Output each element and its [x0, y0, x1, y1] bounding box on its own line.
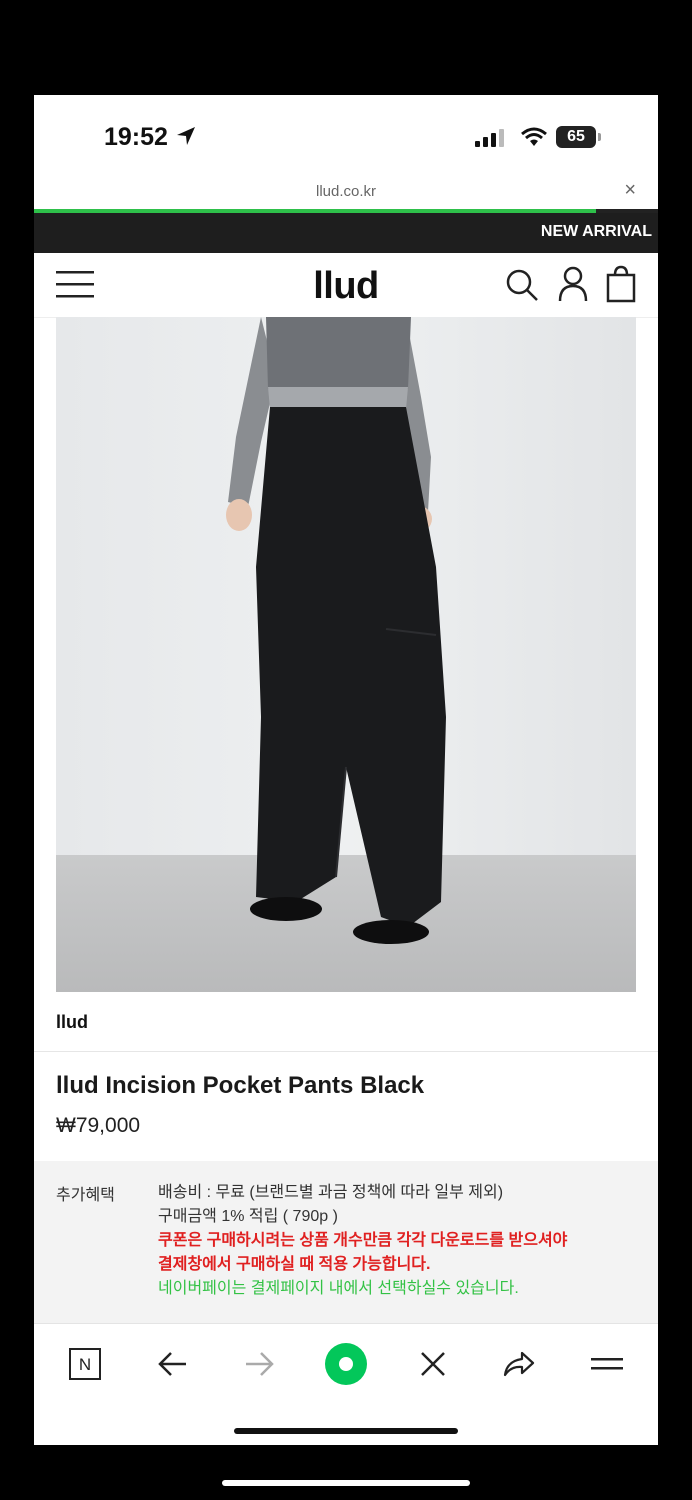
search-icon[interactable] [504, 267, 540, 303]
location-arrow-icon [177, 127, 195, 145]
account-icon[interactable] [558, 265, 588, 303]
url-text[interactable]: llud.co.kr [34, 183, 658, 200]
forward-arrow-icon [246, 1352, 274, 1376]
site-header: llud [34, 253, 658, 318]
outer-home-indicator [222, 1480, 470, 1486]
close-icon[interactable]: × [624, 179, 636, 202]
shopping-bag-icon[interactable] [606, 265, 636, 303]
naverpay-notice: 네이버페이는 결제페이지 내에서 선택하실수 있습니다. [158, 1280, 519, 1297]
benefits-list: 배송비 : 무료 (브랜드별 과금 정책에 따라 일부 제외) 구매금액 1% … [158, 1181, 567, 1301]
divider [34, 1051, 658, 1052]
battery-level: 65 [556, 126, 596, 148]
back-arrow-icon [158, 1352, 186, 1376]
product-name: llud Incision Pocket Pants Black [56, 1072, 425, 1099]
more-menu-button[interactable] [587, 1344, 627, 1384]
address-bar[interactable]: llud.co.kr × [34, 175, 658, 211]
home-indicator [234, 1428, 458, 1434]
product-brand[interactable]: llud [56, 1012, 88, 1033]
menu-lines-icon [591, 1358, 623, 1370]
banner-label[interactable]: NEW ARRIVAL [541, 223, 652, 241]
product-price: ₩79,000 [56, 1114, 141, 1137]
x-close-icon [421, 1352, 445, 1376]
naver-home-button[interactable]: N [65, 1344, 105, 1384]
benefits-label: 추가혜택 [56, 1187, 115, 1204]
shipping-info: 배송비 : 무료 (브랜드별 과금 정책에 따라 일부 제외) [158, 1184, 504, 1201]
benefits-panel: 추가혜택 배송비 : 무료 (브랜드별 과금 정책에 따라 일부 제외) 구매금… [34, 1161, 658, 1323]
naver-n-icon: N [69, 1348, 101, 1380]
promo-banner[interactable]: NEW ARRIVAL [34, 213, 658, 253]
coupon-notice-line1: 쿠폰은 구매하시려는 상품 개수만큼 각각 다운로드를 받으셔야 [158, 1232, 568, 1249]
status-time: 19:52 [104, 123, 168, 151]
back-button[interactable] [153, 1344, 193, 1384]
naver-label: N [79, 1355, 91, 1374]
share-button[interactable] [499, 1344, 539, 1384]
points-info: 구매금액 1% 적립 ( 790p ) [158, 1208, 338, 1225]
close-tab-button[interactable] [413, 1344, 453, 1384]
wifi-icon [521, 127, 547, 146]
cellular-signal-icon [475, 129, 504, 147]
green-dot-button[interactable] [324, 1342, 368, 1386]
coupon-notice-line2: 결제창에서 구매하실 때 적용 가능합니다. [158, 1256, 431, 1273]
phone-screen: 19:52 65 llud.co.kr × NEW ARRIVAL llud l… [34, 95, 658, 1445]
green-dot-icon [325, 1343, 367, 1385]
share-arrow-icon [503, 1351, 535, 1377]
battery-icon [598, 133, 601, 141]
product-photo[interactable] [56, 317, 636, 992]
forward-button[interactable] [239, 1344, 279, 1384]
browser-toolbar: N [34, 1323, 658, 1445]
status-bar: 19:52 65 [34, 95, 658, 175]
